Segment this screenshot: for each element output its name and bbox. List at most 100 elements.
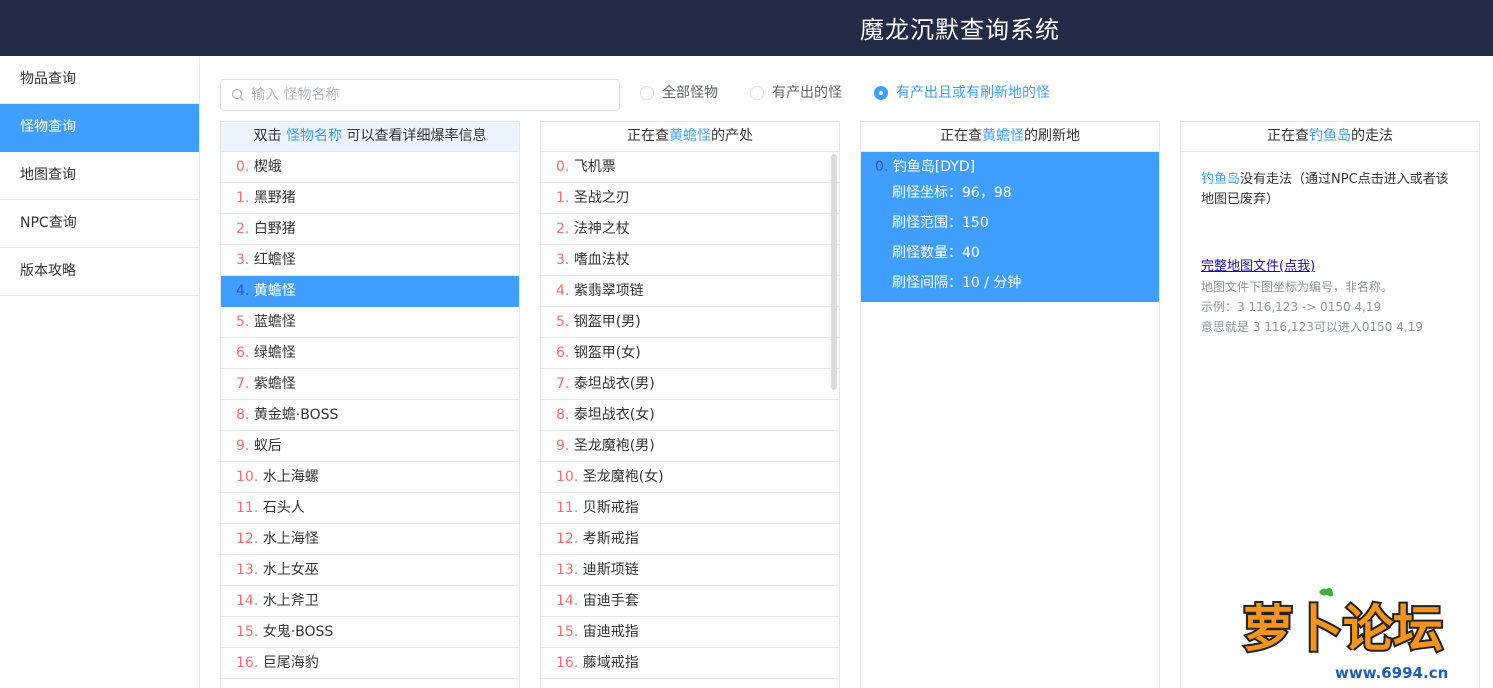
monster-row[interactable]: 13. 水上女巫 xyxy=(221,555,519,586)
monster-row[interactable]: 7. 紫蟾怪 xyxy=(221,369,519,400)
spawn-coord: 刷怪坐标：96，98 xyxy=(892,185,1012,201)
row-label: 迪斯项链 xyxy=(582,562,639,578)
row-label: 黄蟾怪 xyxy=(253,283,296,299)
row-label: 飞机票 xyxy=(573,159,616,175)
row-index: 7. xyxy=(556,376,574,392)
row-label: 考斯戒指 xyxy=(582,531,639,547)
spawn-entry[interactable]: 0. 钓鱼岛[DYD] 刷怪坐标：96，98 刷怪范围：150 刷怪数量：40 … xyxy=(861,152,1159,302)
spawn-map-title: 0. 钓鱼岛[DYD] xyxy=(875,159,976,175)
sidebar-item-maps[interactable]: 地图查询 xyxy=(0,152,199,200)
drop-item-row[interactable]: 2. 法神之杖 xyxy=(541,214,839,245)
monster-row[interactable]: 10. 水上海螺 xyxy=(221,462,519,493)
row-index: 14. xyxy=(236,593,263,609)
row-index: 7. xyxy=(236,376,254,392)
drop-item-row[interactable]: 7. 泰坦战衣(男) xyxy=(541,369,839,400)
monster-row[interactable]: 16. 巨尾海豹 xyxy=(221,648,519,679)
monster-row[interactable]: 12. 水上海怪 xyxy=(221,524,519,555)
drop-item-row[interactable]: 14. 宙迪手套 xyxy=(541,586,839,617)
row-index: 4. xyxy=(236,283,254,299)
watermark-url: www.6994.cn xyxy=(1335,664,1448,682)
row-index: 3. xyxy=(556,252,574,268)
row-index: 16. xyxy=(236,655,263,671)
watermark-text: 萝卜论坛 xyxy=(1243,600,1443,658)
scrollbar[interactable] xyxy=(831,154,837,390)
row-label: 泰坦战衣(女) xyxy=(573,407,655,423)
drop-item-row[interactable]: 8. 泰坦战衣(女) xyxy=(541,400,839,431)
drop-item-row[interactable]: 4. 紫翡翠项链 xyxy=(541,276,839,307)
monster-row[interactable]: 0. 楔蛾 xyxy=(221,152,519,183)
drop-item-row[interactable]: 10. 圣龙魔袍(女) xyxy=(541,462,839,493)
monster-row[interactable]: 3. 红蟾怪 xyxy=(221,245,519,276)
drop-item-row[interactable]: 13. 迪斯项链 xyxy=(541,555,839,586)
monster-row[interactable]: 5. 蓝蟾怪 xyxy=(221,307,519,338)
sidebar: 物品查询 怪物查询 地图查询 NPC查询 版本攻略 xyxy=(0,56,200,688)
row-index: 4. xyxy=(556,283,574,299)
drop-item-row[interactable]: 16. 藤域戒指 xyxy=(541,648,839,679)
row-index: 6. xyxy=(556,345,574,361)
row-index: 13. xyxy=(556,562,583,578)
radio-circle[interactable] xyxy=(750,86,764,100)
row-label: 宙迪手套 xyxy=(582,593,639,609)
monster-row[interactable]: 2. 白野猪 xyxy=(221,214,519,245)
monster-row[interactable]: 15. 女鬼·BOSS xyxy=(221,617,519,648)
spawn-panel: 正在查黄蟾怪的刷新地 0. 钓鱼岛[DYD] 刷怪坐标：96，98 刷怪范围：1… xyxy=(860,121,1160,688)
row-index: 15. xyxy=(556,624,583,640)
radio-circle-checked[interactable] xyxy=(874,86,888,100)
search-box xyxy=(220,79,620,111)
row-index: 11. xyxy=(236,500,263,516)
sidebar-item-items[interactable]: 物品查询 xyxy=(0,56,199,104)
drop-item-row[interactable]: 0. 飞机票 xyxy=(541,152,839,183)
search-input[interactable] xyxy=(251,84,611,106)
spawn-count: 刷怪数量：40 xyxy=(892,245,980,261)
drop-item-row[interactable]: 12. 考斯戒指 xyxy=(541,524,839,555)
row-index: 0. xyxy=(556,159,574,175)
forum-watermark-logo: 萝卜论坛 www.6994.cn xyxy=(1241,588,1450,682)
monster-row[interactable]: 1. 黑野猪 xyxy=(221,183,519,214)
monster-row[interactable]: 9. 蚁后 xyxy=(221,431,519,462)
drop-item-row[interactable]: 9. 圣龙魔袍(男) xyxy=(541,431,839,462)
row-index: 8. xyxy=(556,407,574,423)
row-label: 水上斧卫 xyxy=(262,593,319,609)
row-label: 黑野猪 xyxy=(253,190,296,206)
row-label: 泰坦战衣(男) xyxy=(573,376,655,392)
row-index: 3. xyxy=(236,252,254,268)
sidebar-item-monsters[interactable]: 怪物查询 xyxy=(0,104,199,152)
row-index: 1. xyxy=(236,190,254,206)
drops-panel-header: 正在查黄蟾怪的产处 xyxy=(541,122,839,152)
row-index: 0. xyxy=(236,159,254,175)
row-label: 蓝蟾怪 xyxy=(253,314,296,330)
row-label: 白野猪 xyxy=(253,221,296,237)
row-index: 5. xyxy=(236,314,254,330)
row-label: 女鬼·BOSS xyxy=(262,624,334,640)
sidebar-item-guides[interactable]: 版本攻略 xyxy=(0,248,199,296)
drop-item-row[interactable]: 11. 贝斯戒指 xyxy=(541,493,839,524)
row-label: 绿蟾怪 xyxy=(253,345,296,361)
drop-item-row[interactable]: 1. 圣战之刃 xyxy=(541,183,839,214)
monster-row[interactable]: 11. 石头人 xyxy=(221,493,519,524)
row-index: 10. xyxy=(556,469,583,485)
drop-item-row[interactable]: 3. 嗜血法杖 xyxy=(541,245,839,276)
radio-circle[interactable] xyxy=(640,86,654,100)
drop-item-row[interactable]: 15. 宙迪戒指 xyxy=(541,617,839,648)
row-label: 水上女巫 xyxy=(262,562,319,578)
route-content: 钓鱼岛没有走法（通过NPC点击进入或者该地图已废弃） 完整地图文件(点我) 地图… xyxy=(1181,152,1479,337)
drop-item-row[interactable]: 6. 钢盔甲(女) xyxy=(541,338,839,369)
row-index: 13. xyxy=(236,562,263,578)
row-label: 圣战之刃 xyxy=(573,190,630,206)
drop-item-row[interactable]: 5. 钢盔甲(男) xyxy=(541,307,839,338)
spawn-panel-header: 正在查黄蟾怪的刷新地 xyxy=(861,122,1159,152)
monster-row[interactable]: 8. 黄金蟾·BOSS xyxy=(221,400,519,431)
row-index: 5. xyxy=(556,314,574,330)
row-index: 12. xyxy=(556,531,583,547)
row-label: 宙迪戒指 xyxy=(582,624,639,640)
search-icon xyxy=(231,88,244,101)
full-map-file-link[interactable]: 完整地图文件(点我) xyxy=(1201,257,1315,277)
drops-list: 0. 飞机票 1. 圣战之刃 2. 法神之杖 3. 嗜血法杖 4. 紫翡翠项链 5. 钢盔… xyxy=(541,152,839,679)
route-description: 钓鱼岛没有走法（通过NPC点击进入或者该地图已废弃） xyxy=(1201,172,1449,207)
monster-row[interactable]: 6. 绿蟾怪 xyxy=(221,338,519,369)
monster-row[interactable]: 14. 水上斧卫 xyxy=(221,586,519,617)
sidebar-item-npc[interactable]: NPC查询 xyxy=(0,200,199,248)
monster-row[interactable]: 4. 黄蟾怪 xyxy=(221,276,519,307)
app-title: 魔龙沉默查询系统 xyxy=(860,16,1060,44)
row-index: 6. xyxy=(236,345,254,361)
